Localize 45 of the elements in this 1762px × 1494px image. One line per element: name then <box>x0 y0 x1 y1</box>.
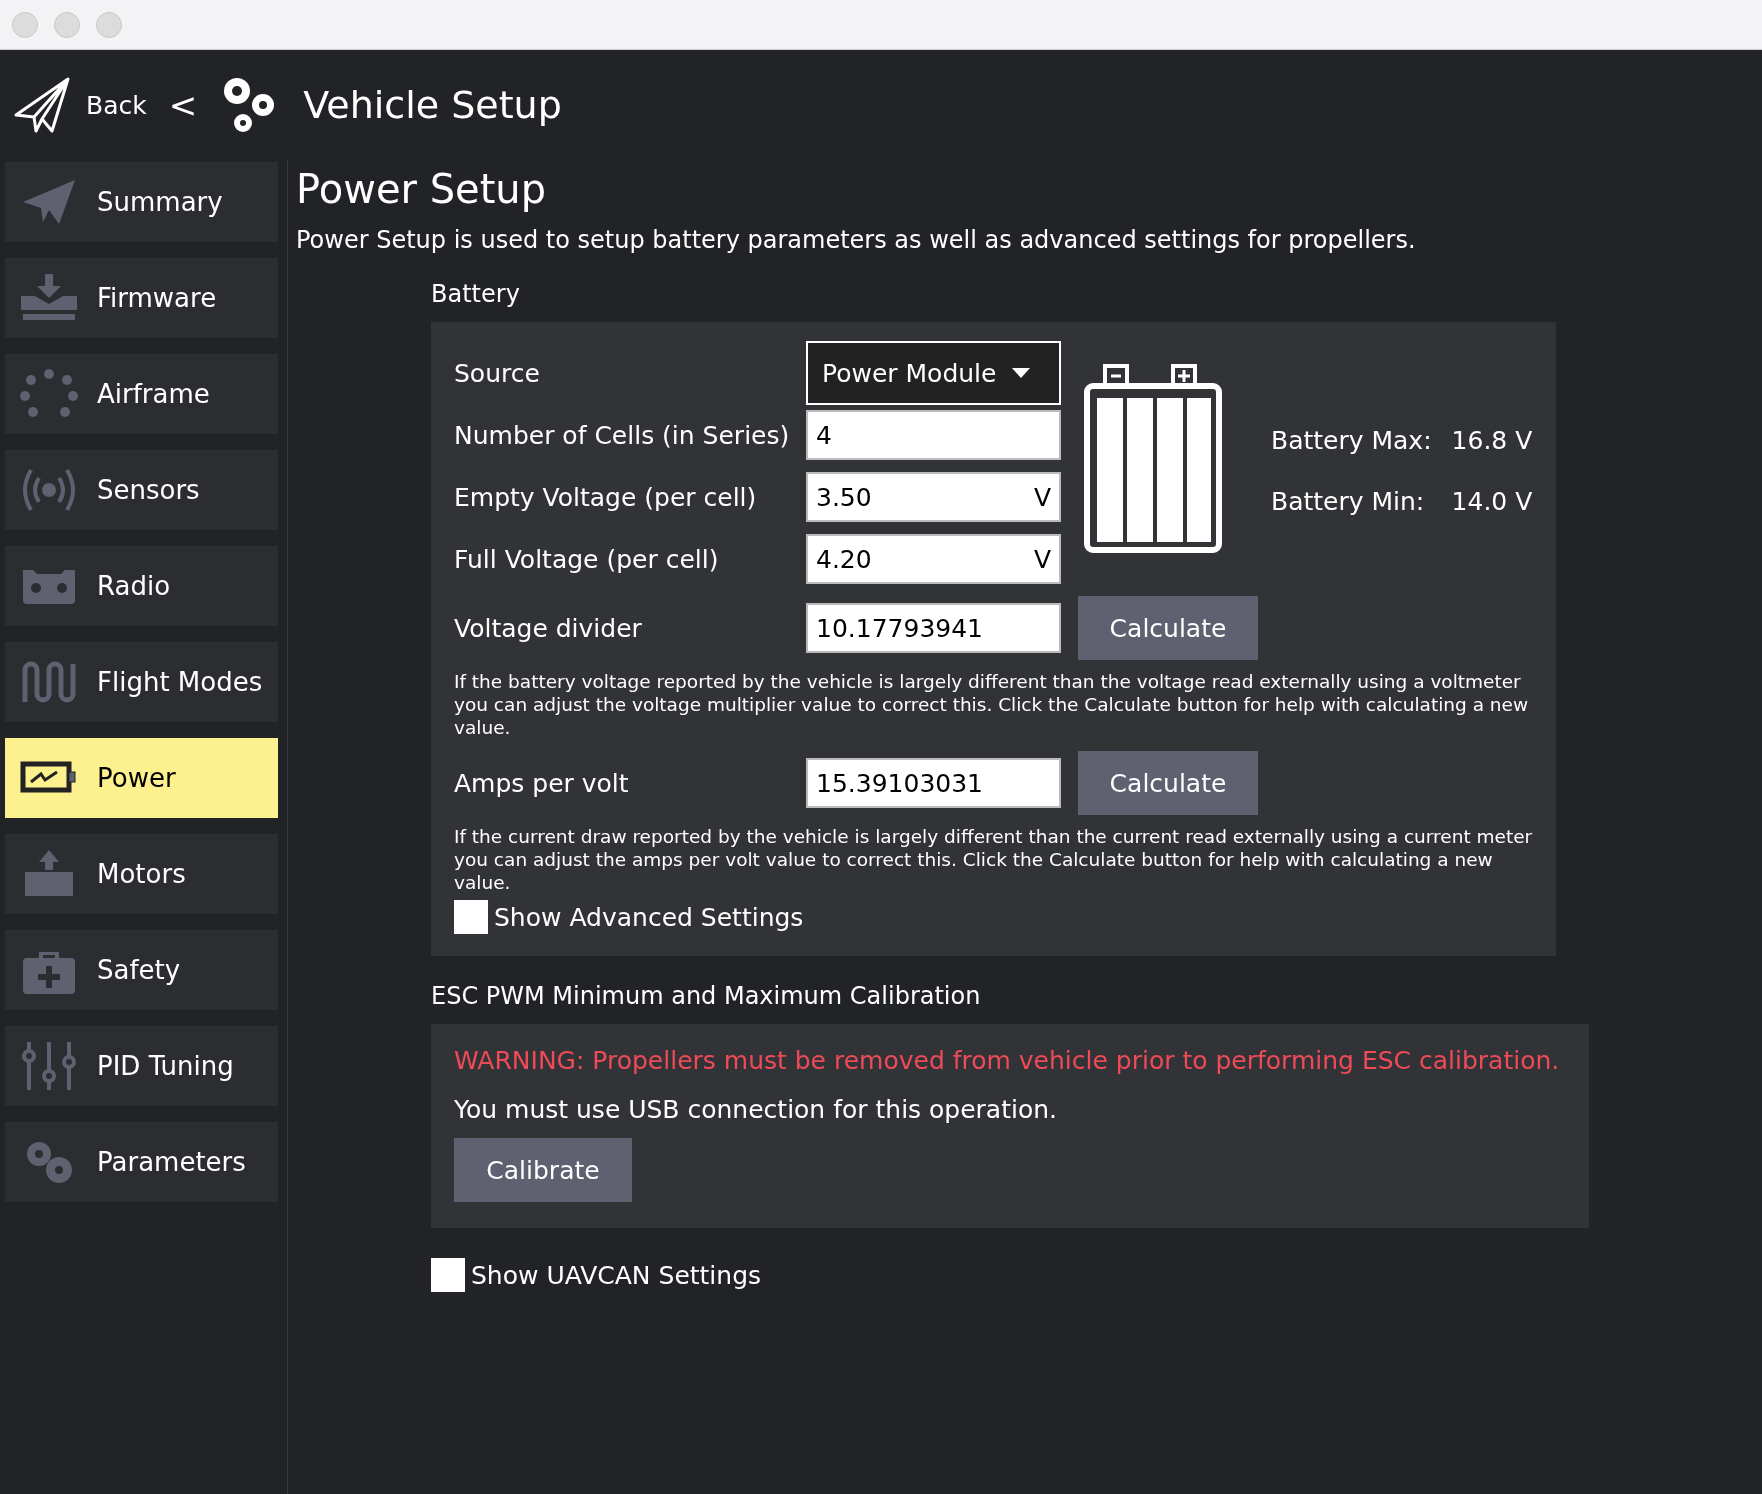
separator: < <box>168 85 198 125</box>
battery-max-label: Battery Max: <box>1271 426 1432 455</box>
sidebar-item[interactable]: Firmware <box>5 258 278 338</box>
back-link[interactable]: Back <box>86 90 147 120</box>
calculate-button[interactable]: Calculate <box>1078 596 1258 660</box>
sidebar-item[interactable]: Motors <box>5 834 278 914</box>
sidebar-item[interactable]: Summary <box>5 162 278 242</box>
unit-label: V <box>1033 482 1051 512</box>
input-field[interactable]: 4 <box>806 410 1061 460</box>
field-label: Voltage divider <box>454 613 643 643</box>
sidebar-item[interactable]: Parameters <box>5 1122 278 1202</box>
input-field[interactable]: 10.17793941 <box>806 603 1061 653</box>
battery-min-value: 14.0 V <box>1451 487 1533 516</box>
dropdown[interactable]: Power Module <box>806 341 1061 405</box>
checkbox-label: Show UAVCAN Settings <box>471 1260 762 1290</box>
field-label: Number of Cells (in Series) <box>454 420 791 450</box>
input-field[interactable]: 15.39103031 <box>806 758 1061 808</box>
page-title: Power Setup <box>296 166 548 212</box>
warning-text: WARNING: Propellers must be removed from vehicle prior to performing ESC calibration. <box>454 1046 1561 1075</box>
sidebar-item[interactable]: PID Tuning <box>5 1026 278 1106</box>
sidebar-item[interactable]: Safety <box>5 930 278 1010</box>
help-text: If the battery voltage reported by the vehicle is largely different than the voltage read externally using a voltmeter you can adjust the voltage multiplier value to correct this. Click the Calculate button for help with calculating a new value. <box>454 670 1530 739</box>
sidebar-item[interactable]: Airframe <box>5 354 278 434</box>
sidebar-item[interactable]: Power <box>5 738 278 818</box>
calibrate-button[interactable]: Calibrate <box>454 1138 632 1202</box>
battery-max-value: 16.8 V <box>1451 426 1533 455</box>
field-label: Source <box>454 358 541 388</box>
battery-min-label: Battery Min: <box>1271 487 1426 516</box>
input-field[interactable]: 4.20 V <box>806 534 1061 584</box>
sidebar-item[interactable]: Flight Modes <box>5 642 278 722</box>
section-heading: Battery <box>431 280 521 308</box>
checkbox-label: Show Advanced Settings <box>494 902 804 932</box>
page-description: Power Setup is used to setup battery parameters as well as advanced settings for propellers. <box>296 226 1417 254</box>
window-title: Vehicle Setup <box>303 83 562 127</box>
calculate-button[interactable]: Calculate <box>1078 751 1258 815</box>
field-label: Empty Voltage (per cell) <box>454 482 758 512</box>
help-text: If the current draw reported by the vehicle is largely different than the current read externally using a current meter you can adjust the amps per volt value to correct this. Click the Calculate button for help with calculating a new value. <box>454 825 1534 894</box>
section-heading: ESC PWM Minimum and Maximum Calibration <box>431 982 982 1010</box>
unit-label: V <box>1033 544 1051 574</box>
note-text: You must use USB connection for this operation. <box>454 1095 1059 1124</box>
input-field[interactable]: 3.50 V <box>806 472 1061 522</box>
sidebar-item[interactable]: Radio <box>5 546 278 626</box>
sidebar-item[interactable]: Sensors <box>5 450 278 530</box>
field-label: Full Voltage (per cell) <box>454 544 720 574</box>
field-label: Amps per volt <box>454 768 630 798</box>
